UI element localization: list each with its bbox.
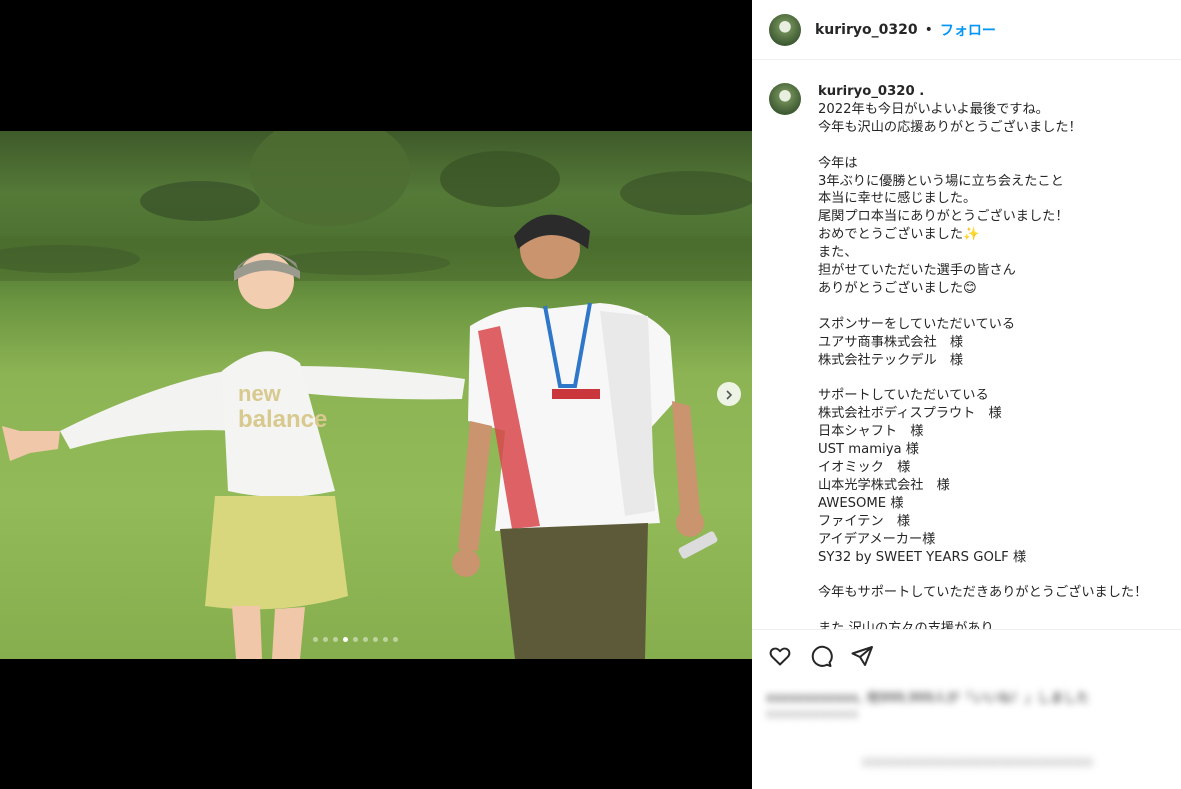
likes-summary: xxxxxxxxxxxx, 他999,999人が「いいね！」しました xyxy=(766,691,1090,706)
caption-line xyxy=(818,369,1147,387)
carousel-dot xyxy=(353,637,358,642)
username-link[interactable]: kuriryo_0320 xyxy=(815,22,918,38)
caption-line: ファイテン 様 xyxy=(818,513,911,529)
caption-line: 今年もサポートしていただきありがとうございました！ xyxy=(818,585,1148,601)
carousel-indicator xyxy=(313,637,398,642)
caption-line: AWESOME 様 xyxy=(818,495,904,511)
caption-line: 山本光学株式会社 様 xyxy=(818,477,950,493)
caption-line: また、 xyxy=(818,245,858,261)
follow-button[interactable]: フォロー xyxy=(940,20,996,40)
caption-line xyxy=(818,602,1147,620)
caption-line: 今年は xyxy=(818,155,858,171)
post-sidebar: kuriryo_0320 • フォロー kuriryo_0320 . 2022年… xyxy=(752,0,1181,789)
svg-text:new: new xyxy=(238,381,282,406)
heart-icon[interactable] xyxy=(767,643,793,669)
carousel-dot xyxy=(343,637,348,642)
post-timestamp: xxxxxxxxxxxxxxxxxxxxxxxxxxxxxx xyxy=(862,755,1093,770)
caption-line: SY32 by SWEET YEARS GOLF 様 xyxy=(818,549,1027,565)
caption-line: また 沢山の方々の支援があり xyxy=(818,621,994,629)
likes-subtext: xxxxxxxxxxxx xyxy=(766,707,859,722)
caption-line: UST mamiya 様 xyxy=(818,442,919,458)
caption-line xyxy=(818,137,1147,155)
caption-body: kuriryo_0320 . 2022年も今日がいよいよ最後ですね。今年も沢山の… xyxy=(818,83,1147,629)
carousel-dot xyxy=(333,637,338,642)
carousel-dot xyxy=(323,637,328,642)
caption-text: 2022年も今日がいよいよ最後ですね。今年も沢山の応援ありがとうございました！ 今… xyxy=(818,101,1147,629)
chevron-right-icon xyxy=(724,385,734,404)
media-pane: new balance xyxy=(0,0,752,789)
avatar[interactable] xyxy=(769,13,801,46)
carousel-dot xyxy=(313,637,318,642)
action-bar xyxy=(752,629,1181,681)
paper-plane-icon[interactable] xyxy=(849,643,875,669)
caption-line: 本当に幸せに感じました。 xyxy=(818,191,977,207)
caption-line: おめでとうございました✨ xyxy=(818,227,980,243)
caption-line xyxy=(818,298,1147,316)
caption-line: 株式会社ボディスプラウト 様 xyxy=(818,406,1002,422)
caption-line xyxy=(818,566,1147,584)
caption-comment: kuriryo_0320 . 2022年も今日がいよいよ最後ですね。今年も沢山の… xyxy=(752,61,1181,629)
caption-line: スポンサーをしていただいている xyxy=(818,316,1016,332)
post-photo: new balance xyxy=(0,131,752,659)
caption-line: イオミック 様 xyxy=(818,459,911,475)
caption-line: 今年も沢山の応援ありがとうございました！ xyxy=(818,119,1082,135)
caption-line: アイデアメーカー様 xyxy=(818,531,936,547)
caption-line: 3年ぶりに優勝という場に立ち会えたこと xyxy=(818,173,1064,189)
post-header: kuriryo_0320 • フォロー xyxy=(752,0,1181,60)
caption-line: 2022年も今日がいよいよ最後ですね。 xyxy=(818,101,1049,117)
caption-username[interactable]: kuriryo_0320 . xyxy=(818,83,1147,101)
caption-line: 担がせていただいた選手の皆さん xyxy=(818,263,1016,279)
comment-icon[interactable] xyxy=(808,643,834,669)
caption-line: ありがとうございました😊 xyxy=(818,280,977,296)
carousel-dot xyxy=(393,637,398,642)
carousel-dot xyxy=(373,637,378,642)
carousel-dot xyxy=(363,637,368,642)
svg-text:balance: balance xyxy=(238,406,327,433)
carousel-dot xyxy=(383,637,388,642)
carousel-next-button[interactable] xyxy=(717,382,741,406)
header-separator: • xyxy=(924,21,933,38)
caption-line: 株式会社テックデル 様 xyxy=(818,352,964,368)
caption-line: 日本シャフト 様 xyxy=(818,424,924,440)
caption-avatar[interactable] xyxy=(769,83,801,115)
caption-scroll-area[interactable]: kuriryo_0320 . 2022年も今日がいよいよ最後ですね。今年も沢山の… xyxy=(752,61,1181,629)
instagram-post-view: new balance kuriryo_0320 • フォロー kuriryo_… xyxy=(0,0,1181,789)
blurred-likes-section: xxxxxxxxxxxx, 他999,999人が「いいね！」しました xxxxx… xyxy=(752,681,1181,789)
caption-line: ユアサ商事株式会社 様 xyxy=(818,334,964,350)
caption-line: サポートしていただいている xyxy=(818,388,989,404)
caption-line: 尾関プロ本当にありがとうございました！ xyxy=(818,209,1069,225)
photo-illustration: new balance xyxy=(0,131,752,659)
